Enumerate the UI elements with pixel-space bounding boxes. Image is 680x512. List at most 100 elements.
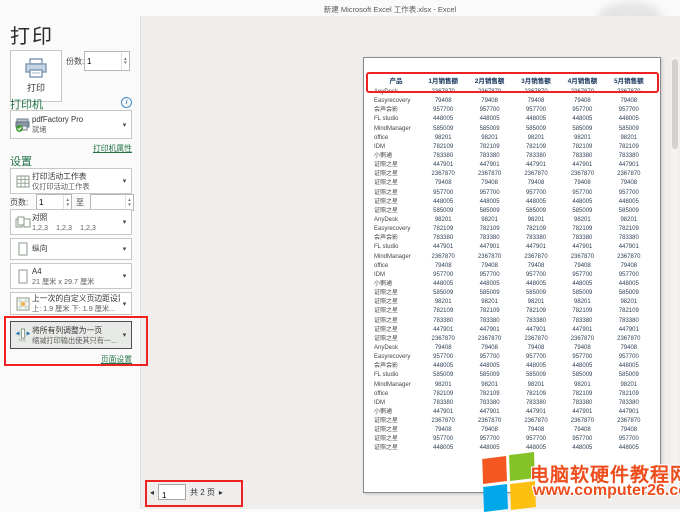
margins-dropdown[interactable]: 上一次的自定义页边距设置 上: 1.9 厘米 下: 1.9 厘米... ▾	[10, 292, 132, 315]
table-value-cell: 2367870	[466, 417, 512, 426]
chevron-down-icon: ▾	[120, 300, 129, 308]
table-value-cell: 98201	[420, 381, 466, 390]
table-value-cell: 783380	[513, 152, 559, 161]
table-product-cell: 会声会影	[372, 234, 420, 243]
scrollbar-thumb[interactable]	[672, 59, 678, 149]
table-product-cell: 小鹅通	[372, 280, 420, 289]
orientation-value: 纵向	[32, 244, 120, 254]
scaling-description: 缩减打印输出使其只有一...	[32, 336, 120, 345]
table-product-cell: 证照之星	[372, 317, 420, 326]
table-value-cell: 448005	[420, 444, 466, 453]
collation-value: 对照	[32, 213, 120, 223]
table-value-cell: 79408	[420, 426, 466, 435]
table-value-cell: 782109	[606, 307, 652, 316]
table-product-cell: FL studio	[372, 371, 420, 380]
table-value-cell: 448005	[466, 444, 512, 453]
margins-icon	[14, 297, 32, 311]
copies-spinner-arrows[interactable]: ▲▼	[121, 52, 129, 70]
table-value-cell: 2367870	[513, 88, 559, 97]
preview-scrollbar[interactable]	[671, 57, 679, 491]
table-value-cell: 2367870	[559, 253, 605, 262]
table-product-cell: 小鹅通	[372, 152, 420, 161]
table-value-cell: 957700	[606, 106, 652, 115]
table-product-cell: 证照之星	[372, 444, 420, 453]
table-product-cell: 证照之星	[372, 326, 420, 335]
table-value-cell: 448005	[466, 198, 512, 207]
table-value-cell: 783380	[606, 317, 652, 326]
margins-value: 上一次的自定义页边距设置	[32, 294, 120, 304]
paper-size-dropdown[interactable]: A4 21 厘米 x 29.7 厘米 ▾	[10, 263, 132, 289]
copies-input[interactable]	[85, 52, 121, 70]
table-value-cell: 957700	[606, 435, 652, 444]
table-value-cell: 783380	[466, 317, 512, 326]
table-product-cell: 证照之星	[372, 189, 420, 198]
printer-selector[interactable]: pdfFactory Pro 就绪 ▾	[10, 110, 132, 139]
printer-info-icon[interactable]: i	[121, 97, 132, 108]
table-value-cell: 448005	[420, 115, 466, 124]
table-value-cell: 782109	[420, 390, 466, 399]
table-value-cell: 447901	[513, 408, 559, 417]
table-product-cell: Easyrecovery	[372, 353, 420, 362]
page-setup-link[interactable]: 页面设置	[10, 354, 132, 365]
table-product-cell: MindManager	[372, 125, 420, 134]
table-value-cell: 447901	[513, 243, 559, 252]
table-value-cell: 79408	[420, 179, 466, 188]
paper-sheet-icon	[14, 269, 32, 284]
print-what-value: 打印活动工作表	[32, 172, 120, 182]
table-product-cell: 证照之星	[372, 426, 420, 435]
table-value-cell: 2367870	[420, 253, 466, 262]
table-value-cell: 585009	[420, 371, 466, 380]
table-value-cell: 782109	[420, 225, 466, 234]
chevron-down-icon: ▾	[120, 272, 129, 280]
print-what-dropdown[interactable]: 打印活动工作表 仅打印活动工作表 ▾	[10, 168, 132, 194]
table-value-cell: 98201	[513, 298, 559, 307]
table-product-cell: 证照之星	[372, 170, 420, 179]
pages-from-input[interactable]	[37, 195, 63, 210]
table-value-cell: 2367870	[606, 253, 652, 262]
table-value-cell: 98201	[420, 134, 466, 143]
table-value-cell: 957700	[513, 435, 559, 444]
table-value-cell: 448005	[559, 362, 605, 371]
table-value-cell: 783380	[559, 317, 605, 326]
table-value-cell: 585009	[466, 125, 512, 134]
table-value-cell: 79408	[420, 344, 466, 353]
table-value-cell: 448005	[513, 115, 559, 124]
table-value-cell: 957700	[513, 189, 559, 198]
printer-icon	[24, 58, 48, 78]
chevron-down-icon: ▾	[120, 245, 129, 253]
table-product-cell: office	[372, 390, 420, 399]
table-product-cell: 证照之星	[372, 198, 420, 207]
current-page-box[interactable]	[158, 484, 186, 500]
table-value-cell: 957700	[559, 106, 605, 115]
pages-to-input[interactable]	[91, 195, 125, 210]
table-value-cell: 448005	[420, 362, 466, 371]
chevron-down-icon: ▾	[120, 177, 129, 185]
table-value-cell: 448005	[559, 115, 605, 124]
page-title: 打印	[10, 20, 54, 49]
table-product-cell: IDM	[372, 143, 420, 152]
total-pages-label: 共 2 页	[190, 487, 215, 498]
copies-stepper[interactable]: ▲▼	[84, 51, 130, 71]
table-value-cell: 448005	[420, 198, 466, 207]
previous-page-icon[interactable]: ◂	[150, 488, 154, 497]
print-button[interactable]: 打印	[10, 50, 62, 102]
next-page-icon[interactable]: ▸	[219, 488, 223, 497]
table-value-cell: 448005	[466, 280, 512, 289]
table-value-cell: 957700	[466, 271, 512, 280]
pages-from-arrows[interactable]: ▲▼	[63, 195, 71, 210]
collation-dropdown[interactable]: 对照 1,2,3 1,2,3 1,2,3 ▾	[10, 209, 132, 235]
table-value-cell: 783380	[606, 152, 652, 161]
logo-pane-blue	[483, 484, 508, 512]
table-value-cell: 782109	[559, 390, 605, 399]
table-product-cell: 证照之星	[372, 161, 420, 170]
pages-to-arrows[interactable]: ▲▼	[125, 195, 133, 210]
table-value-cell: 783380	[466, 399, 512, 408]
table-value-cell: 2367870	[466, 253, 512, 262]
scaling-dropdown[interactable]: 75% 将所有列调整为一页 缩减打印输出使其只有一... ▾	[10, 321, 132, 349]
current-page-input[interactable]	[159, 489, 185, 503]
table-value-cell: 448005	[606, 115, 652, 124]
table-value-cell: 79408	[466, 344, 512, 353]
windows-flag-logo	[482, 453, 536, 511]
orientation-dropdown[interactable]: 纵向 ▾	[10, 238, 132, 260]
page-range-row: 页数: ▲▼ 至 ▲▼	[10, 194, 132, 209]
